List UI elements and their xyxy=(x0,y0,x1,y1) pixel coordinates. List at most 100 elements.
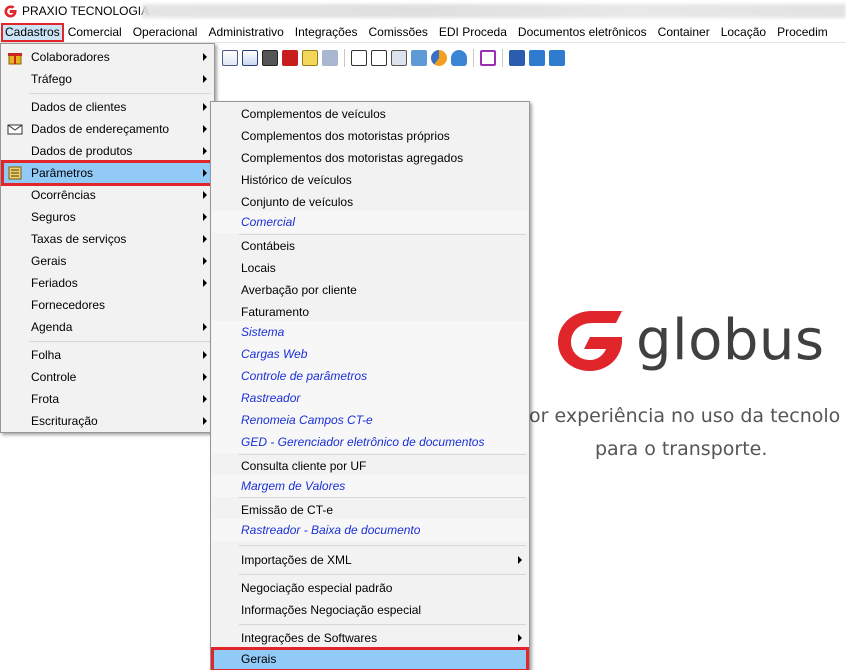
monitor-icon[interactable] xyxy=(480,50,496,66)
menu-integracoes[interactable]: Integrações xyxy=(292,23,361,42)
menu-administrativo[interactable]: Administrativo xyxy=(205,23,286,42)
submenu-item-faturamento[interactable]: Faturamento xyxy=(212,301,528,323)
copy-icon[interactable] xyxy=(242,50,258,66)
menu-item-dados-de-enderecamento[interactable]: Dados de endereçamento xyxy=(2,118,213,140)
chart-icon[interactable] xyxy=(431,50,447,66)
menu-item-ocorrencias[interactable]: Ocorrências xyxy=(2,184,213,206)
menu-edi-proceda[interactable]: EDI Proceda xyxy=(436,23,510,42)
submenu-item-complementos-de-veiculos[interactable]: Complementos de veículos xyxy=(212,103,528,125)
submenu-arrow-icon xyxy=(203,395,207,403)
submenu-arrow-icon xyxy=(203,103,207,111)
preview-icon[interactable] xyxy=(351,50,367,66)
globus-icon[interactable] xyxy=(529,50,545,66)
menu-documentos-eletronicos[interactable]: Documentos eletrônicos xyxy=(515,23,650,42)
menu-procedimentos[interactable]: Procedim xyxy=(774,23,831,42)
filter-icon[interactable] xyxy=(391,50,407,66)
menu-item-frota[interactable]: Frota xyxy=(2,388,213,410)
submenu-item-margem-de-valores[interactable]: Margem de Valores xyxy=(212,475,528,497)
file-icon[interactable] xyxy=(549,50,565,66)
menu-operacional[interactable]: Operacional xyxy=(130,23,201,42)
submenu-arrow-icon xyxy=(203,213,207,221)
menu-bar: Cadastros Comercial Operacional Administ… xyxy=(0,22,846,43)
parametros-submenu: Complementos de veículos Complementos do… xyxy=(210,101,530,670)
submenu-item-consulta-cliente-por-uf[interactable]: Consulta cliente por UF xyxy=(212,455,528,477)
bell-icon[interactable] xyxy=(451,50,467,66)
menu-item-agenda[interactable]: Agenda xyxy=(2,316,213,338)
toolbar-separator xyxy=(473,49,474,67)
submenu-item-gerais[interactable]: Gerais xyxy=(211,647,529,670)
menu-item-feriados[interactable]: Feriados xyxy=(2,272,213,294)
toolbar-separator xyxy=(502,49,503,67)
submenu-arrow-icon xyxy=(203,53,207,61)
submenu-item-importacoes-de-xml[interactable]: Importações de XML xyxy=(212,549,528,571)
menu-separator xyxy=(239,624,526,625)
submenu-arrow-icon xyxy=(518,634,522,642)
tagline-line-2: para o transporte. xyxy=(595,438,768,460)
menu-separator xyxy=(239,574,526,575)
menu-item-gerais[interactable]: Gerais xyxy=(2,250,213,272)
printer-icon[interactable] xyxy=(262,50,278,66)
submenu-item-informacoes-negociacao-especial[interactable]: Informações Negociação especial xyxy=(212,599,528,621)
submenu-item-complementos-motoristas-agregados[interactable]: Complementos dos motoristas agregados xyxy=(212,147,528,169)
submenu-item-comercial[interactable]: Comercial xyxy=(212,211,528,233)
title-bar: PRAXIO TECNOLOGIA xyxy=(0,0,846,22)
menu-separator xyxy=(239,545,526,546)
submenu-item-complementos-motoristas-proprios[interactable]: Complementos dos motoristas próprios xyxy=(212,125,528,147)
menu-comercial[interactable]: Comercial xyxy=(65,23,125,42)
blurred-title-details xyxy=(142,4,846,18)
submenu-item-renomeia-campos-cte[interactable]: Renomeia Campos CT-e xyxy=(212,409,528,431)
submenu-arrow-icon xyxy=(203,147,207,155)
tagline-line-1: or experiência no uso da tecnolo xyxy=(529,405,841,427)
submenu-arrow-icon xyxy=(518,556,522,564)
menu-item-taxas-de-servicos[interactable]: Taxas de serviços xyxy=(2,228,213,250)
menu-item-seguros[interactable]: Seguros xyxy=(2,206,213,228)
submenu-item-contabeis[interactable]: Contábeis xyxy=(212,235,528,257)
menu-container[interactable]: Container xyxy=(655,23,713,42)
menu-item-parametros[interactable]: Parâmetros xyxy=(1,160,214,186)
submenu-item-negociacao-especial-padrao[interactable]: Negociação especial padrão xyxy=(212,577,528,599)
print-icon[interactable] xyxy=(411,50,427,66)
settings-icon xyxy=(7,165,23,181)
submenu-arrow-icon xyxy=(203,279,207,287)
submenu-arrow-icon xyxy=(203,125,207,133)
document-icon[interactable] xyxy=(222,50,238,66)
menu-item-trafego[interactable]: Tráfego xyxy=(2,68,213,90)
submenu-arrow-icon xyxy=(203,323,207,331)
submenu-item-conjunto-de-veiculos[interactable]: Conjunto de veículos xyxy=(212,191,528,213)
submenu-arrow-icon xyxy=(203,351,207,359)
submenu-item-emissao-de-cte[interactable]: Emissão de CT-e xyxy=(212,499,528,521)
submenu-item-locais[interactable]: Locais xyxy=(212,257,528,279)
clipboard-icon[interactable] xyxy=(302,50,318,66)
submenu-item-rastreador-baixa-documento[interactable]: Rastreador - Baixa de documento xyxy=(212,519,528,541)
menu-comissoes[interactable]: Comissões xyxy=(366,23,431,42)
submenu-item-historico-de-veiculos[interactable]: Histórico de veículos xyxy=(212,169,528,191)
menu-item-controle[interactable]: Controle xyxy=(2,366,213,388)
submenu-arrow-icon xyxy=(203,257,207,265)
tools-icon[interactable] xyxy=(322,50,338,66)
pin-icon[interactable] xyxy=(282,50,298,66)
toolbar xyxy=(214,46,846,70)
menu-item-fornecedores[interactable]: Fornecedores xyxy=(2,294,213,316)
report-icon[interactable] xyxy=(371,50,387,66)
brand-logo: globus xyxy=(554,305,825,375)
submenu-item-averbacao-por-cliente[interactable]: Averbação por cliente xyxy=(212,279,528,301)
submenu-arrow-icon xyxy=(203,373,207,381)
wrench-icon[interactable] xyxy=(509,50,525,66)
menu-cadastros[interactable]: Cadastros xyxy=(1,22,64,42)
submenu-arrow-icon xyxy=(203,169,207,177)
submenu-item-sistema[interactable]: Sistema xyxy=(212,321,528,343)
menu-item-colaboradores[interactable]: Colaboradores xyxy=(2,46,213,68)
menu-item-dados-de-clientes[interactable]: Dados de clientes xyxy=(2,96,213,118)
submenu-item-controle-de-parametros[interactable]: Controle de parâmetros xyxy=(212,365,528,387)
submenu-item-integracoes-de-softwares[interactable]: Integrações de Softwares xyxy=(212,627,528,649)
submenu-arrow-icon xyxy=(203,75,207,83)
submenu-item-cargas-web[interactable]: Cargas Web xyxy=(212,343,528,365)
menu-locacao[interactable]: Locação xyxy=(718,23,769,42)
submenu-item-rastreador[interactable]: Rastreador xyxy=(212,387,528,409)
menu-item-escrituracao[interactable]: Escrituração xyxy=(2,410,213,432)
submenu-item-ged[interactable]: GED - Gerenciador eletrônico de document… xyxy=(212,431,528,453)
menu-separator xyxy=(29,341,211,342)
app-logo-icon xyxy=(2,3,18,19)
menu-item-dados-de-produtos[interactable]: Dados de produtos xyxy=(2,140,213,162)
menu-item-folha[interactable]: Folha xyxy=(2,344,213,366)
